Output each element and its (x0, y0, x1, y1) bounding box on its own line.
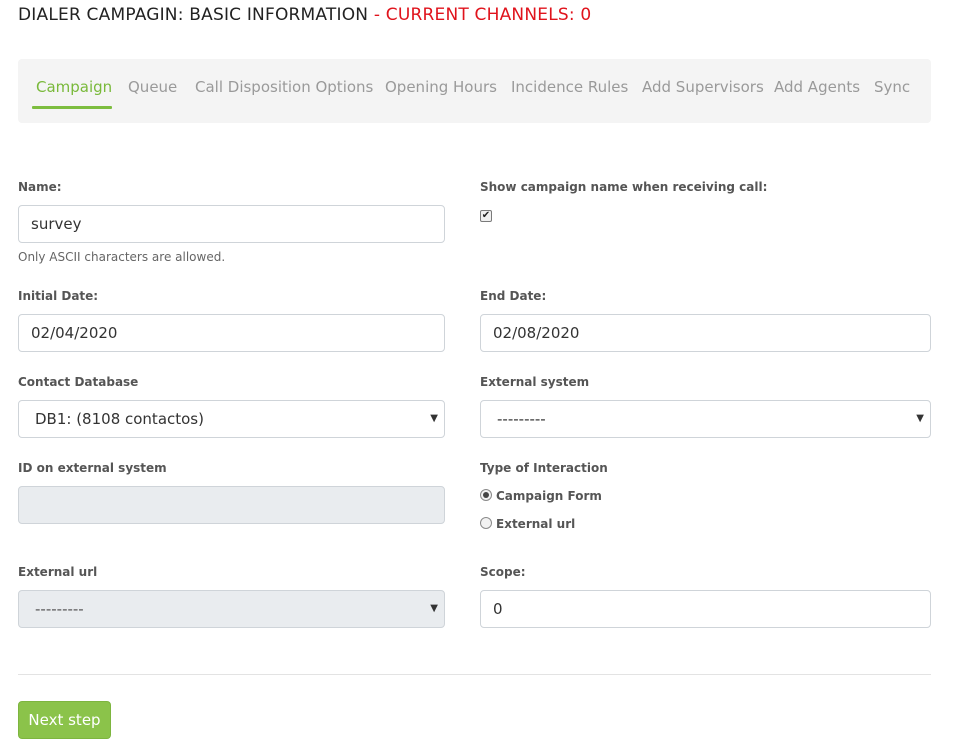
interaction-type-label: Type of Interaction (480, 461, 608, 475)
external-url-label: External url (18, 565, 98, 579)
external-id-label: ID on external system (18, 461, 167, 475)
campaign-steps-tabbar: Campaign Queue Call Disposition Options … (18, 59, 931, 123)
end-date-input[interactable] (480, 314, 931, 352)
tab-sync[interactable]: Sync (874, 78, 910, 100)
external-url-radio[interactable] (480, 517, 492, 529)
external-id-input (18, 486, 445, 524)
active-tab-indicator (32, 106, 112, 109)
external-system-select[interactable]: --------- ▼ (480, 400, 931, 438)
contact-database-select[interactable]: DB1: (8108 contactos) ▼ (18, 400, 445, 438)
campaign-form-radio[interactable] (480, 489, 492, 501)
chevron-down-icon: ▼ (430, 603, 438, 614)
external-url-radio-label: External url (496, 517, 576, 531)
form-divider (18, 674, 931, 675)
name-input[interactable] (18, 205, 445, 243)
end-date-label: End Date: (480, 289, 547, 303)
tab-campaign[interactable]: Campaign (36, 78, 112, 100)
contact-database-label: Contact Database (18, 375, 139, 389)
tab-incidence-rules[interactable]: Incidence Rules (511, 78, 628, 100)
tab-add-agents[interactable]: Add Agents (774, 78, 860, 100)
external-url-select: --------- ▼ (18, 590, 445, 628)
scope-input[interactable] (480, 590, 931, 628)
initial-date-input[interactable] (18, 314, 445, 352)
page-title: DIALER CAMPAGIN: BASIC INFORMATION - CUR… (18, 5, 591, 27)
scope-label: Scope: (480, 565, 526, 579)
contact-database-value: DB1: (8108 contactos) (35, 410, 204, 428)
campaign-form-radio-label: Campaign Form (496, 489, 602, 503)
current-channels: - CURRENT CHANNELS: 0 (373, 5, 592, 25)
external-system-label: External system (480, 375, 590, 389)
tab-call-disposition-options[interactable]: Call Disposition Options (195, 78, 373, 100)
tab-queue[interactable]: Queue (128, 78, 177, 100)
tab-opening-hours[interactable]: Opening Hours (385, 78, 497, 100)
name-hint: Only ASCII characters are allowed. (18, 250, 226, 264)
chevron-down-icon: ▼ (916, 413, 924, 424)
next-step-button[interactable]: Next step (18, 701, 111, 739)
tab-add-supervisors[interactable]: Add Supervisors (642, 78, 764, 100)
name-label: Name: (18, 180, 62, 194)
show-campaign-name-label: Show campaign name when receiving call: (480, 180, 768, 194)
external-url-value: --------- (35, 600, 84, 618)
page-title-text: DIALER CAMPAGIN: BASIC INFORMATION (18, 5, 369, 25)
show-campaign-name-checkbox[interactable]: ✔ (480, 210, 492, 222)
initial-date-label: Initial Date: (18, 289, 99, 303)
chevron-down-icon: ▼ (430, 413, 438, 424)
external-system-value: --------- (497, 410, 546, 428)
